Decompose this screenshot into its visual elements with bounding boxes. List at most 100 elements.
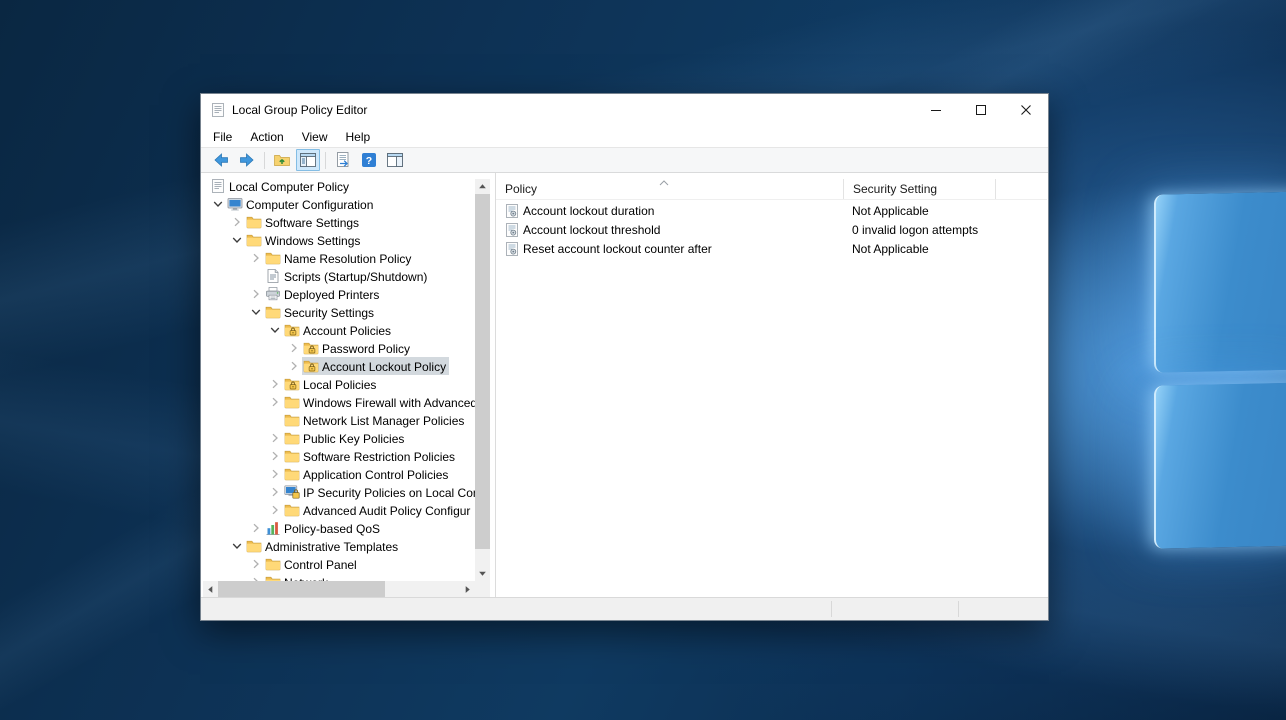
tree-item-label[interactable]: Windows Firewall with Advanced: [303, 395, 475, 410]
tree-item-software-settings[interactable]: Software Settings: [203, 213, 475, 231]
tree-node[interactable]: Software Restriction Policies: [283, 447, 458, 465]
chevron-collapsed-icon[interactable]: [266, 502, 283, 518]
tree-item-account-policies[interactable]: Account Policies: [203, 321, 475, 339]
tree-node[interactable]: Local Policies: [283, 375, 379, 393]
tree-item-label[interactable]: Local Policies: [303, 377, 376, 392]
tree-node[interactable]: Software Settings: [245, 213, 362, 231]
tree-item-control-panel[interactable]: Control Panel: [203, 555, 475, 573]
tree-item-label[interactable]: Public Key Policies: [303, 431, 404, 446]
tree-item-label[interactable]: Software Settings: [265, 215, 359, 230]
tree-item-security-settings[interactable]: Security Settings: [203, 303, 475, 321]
tree-node[interactable]: Account Policies: [283, 321, 394, 339]
tree-item-label[interactable]: Windows Settings: [265, 233, 360, 248]
tree-node[interactable]: Administrative Templates: [245, 537, 401, 555]
chevron-collapsed-icon[interactable]: [266, 448, 283, 464]
chevron-expanded-icon[interactable]: [266, 322, 283, 338]
tree-item-label[interactable]: Security Settings: [284, 305, 374, 320]
back-button[interactable]: [209, 149, 233, 171]
help-button[interactable]: ?: [357, 149, 381, 171]
policy-row-account-lockout-duration[interactable]: Account lockout durationNot Applicable: [496, 201, 1047, 220]
tree-item-label[interactable]: Password Policy: [322, 341, 410, 356]
policy-row-account-lockout-threshold[interactable]: Account lockout threshold0 invalid logon…: [496, 220, 1047, 239]
tree-node[interactable]: Name Resolution Policy: [264, 249, 414, 267]
tree-item-account-lockout-policy[interactable]: Account Lockout Policy: [203, 357, 475, 375]
tree-item-label[interactable]: Computer Configuration: [246, 197, 373, 212]
tree-item-label[interactable]: Network List Manager Policies: [303, 413, 464, 428]
up-one-level-button[interactable]: [270, 149, 294, 171]
tree-item-advanced-audit-policy-configur[interactable]: Advanced Audit Policy Configur: [203, 501, 475, 519]
forward-button[interactable]: [235, 149, 259, 171]
chevron-expanded-icon[interactable]: [228, 538, 245, 554]
tree-item-label[interactable]: Deployed Printers: [284, 287, 379, 302]
tree-item-network[interactable]: Network: [203, 573, 475, 581]
tree-item-network-list-manager-policies[interactable]: Network List Manager Policies: [203, 411, 475, 429]
horizontal-scroll-thumb[interactable]: [218, 581, 385, 597]
chevron-collapsed-icon[interactable]: [247, 574, 264, 581]
tree-item-policy-based-qos[interactable]: Policy-based QoS: [203, 519, 475, 537]
tree-item-password-policy[interactable]: Password Policy: [203, 339, 475, 357]
tree-item-software-restriction-policies[interactable]: Software Restriction Policies: [203, 447, 475, 465]
tree-item-label[interactable]: IP Security Policies on Local Con: [303, 485, 475, 500]
tree-node[interactable]: Network List Manager Policies: [283, 411, 467, 429]
tree-node[interactable]: Security Settings: [264, 303, 377, 321]
chevron-collapsed-icon[interactable]: [285, 358, 302, 374]
tree-item-label[interactable]: Software Restriction Policies: [303, 449, 455, 464]
tree-item-windows-firewall-with-advanced[interactable]: Windows Firewall with Advanced: [203, 393, 475, 411]
minimize-button[interactable]: [913, 94, 958, 126]
tree-item-label[interactable]: Account Lockout Policy: [322, 359, 446, 374]
tree-horizontal-scrollbar[interactable]: [203, 581, 475, 597]
menu-help[interactable]: Help: [337, 126, 380, 147]
menu-view[interactable]: View: [293, 126, 337, 147]
chevron-collapsed-icon[interactable]: [228, 214, 245, 230]
policy-name[interactable]: Account lockout duration: [523, 204, 852, 218]
policy-row-reset-account-lockout-counter-after[interactable]: Reset account lockout counter afterNot A…: [496, 239, 1047, 258]
menu-file[interactable]: File: [204, 126, 241, 147]
export-list-button[interactable]: [331, 149, 355, 171]
tree-item-deployed-printers[interactable]: Deployed Printers: [203, 285, 475, 303]
chevron-expanded-icon[interactable]: [247, 304, 264, 320]
close-button[interactable]: [1003, 94, 1048, 126]
column-header-security-setting[interactable]: Security Setting: [844, 179, 996, 199]
tree-node[interactable]: Policy-based QoS: [264, 519, 383, 537]
tree-item-local-computer-policy[interactable]: Local Computer Policy: [203, 177, 475, 195]
vertical-scroll-thumb[interactable]: [475, 194, 490, 549]
tree-item-label[interactable]: Account Policies: [303, 323, 391, 338]
chevron-collapsed-icon[interactable]: [285, 340, 302, 356]
maximize-button[interactable]: [958, 94, 1003, 126]
tree-item-public-key-policies[interactable]: Public Key Policies: [203, 429, 475, 447]
tree-item-label[interactable]: Advanced Audit Policy Configur: [303, 503, 470, 518]
tree-node[interactable]: Windows Settings: [245, 231, 363, 249]
tree-node[interactable]: Password Policy: [302, 339, 413, 357]
show-action-pane-button[interactable]: [383, 149, 407, 171]
tree-item-label[interactable]: Policy-based QoS: [284, 521, 380, 536]
chevron-collapsed-icon[interactable]: [266, 394, 283, 410]
tree-selection[interactable]: Account Lockout Policy: [302, 357, 449, 375]
chevron-collapsed-icon[interactable]: [247, 286, 264, 302]
tree-item-label[interactable]: Local Computer Policy: [229, 179, 349, 194]
tree-node[interactable]: Local Computer Policy: [209, 177, 352, 195]
tree-item-ip-security-policies-on-local-con[interactable]: IP Security Policies on Local Con: [203, 483, 475, 501]
scroll-right-button[interactable]: [460, 581, 475, 597]
tree-item-administrative-templates[interactable]: Administrative Templates: [203, 537, 475, 555]
tree-item-label[interactable]: Scripts (Startup/Shutdown): [284, 269, 427, 284]
tree-item-label[interactable]: Administrative Templates: [265, 539, 398, 554]
tree-item-name-resolution-policy[interactable]: Name Resolution Policy: [203, 249, 475, 267]
scroll-down-button[interactable]: [475, 566, 490, 581]
scroll-left-button[interactable]: [203, 581, 218, 597]
chevron-collapsed-icon[interactable]: [266, 376, 283, 392]
tree-node[interactable]: Network: [264, 573, 331, 581]
tree-item-label[interactable]: Application Control Policies: [303, 467, 448, 482]
show-console-tree-button[interactable]: [296, 149, 320, 171]
tree-node[interactable]: Public Key Policies: [283, 429, 407, 447]
chevron-collapsed-icon[interactable]: [247, 250, 264, 266]
chevron-collapsed-icon[interactable]: [266, 430, 283, 446]
tree-item-label[interactable]: Name Resolution Policy: [284, 251, 411, 266]
column-header-policy[interactable]: Policy: [496, 179, 844, 199]
policy-name[interactable]: Account lockout threshold: [523, 223, 852, 237]
chevron-collapsed-icon[interactable]: [266, 466, 283, 482]
tree-node[interactable]: Scripts (Startup/Shutdown): [264, 267, 430, 285]
chevron-expanded-icon[interactable]: [228, 232, 245, 248]
tree-node[interactable]: Advanced Audit Policy Configur: [283, 501, 473, 519]
tree-node[interactable]: IP Security Policies on Local Con: [283, 483, 475, 501]
tree-node[interactable]: Application Control Policies: [283, 465, 451, 483]
